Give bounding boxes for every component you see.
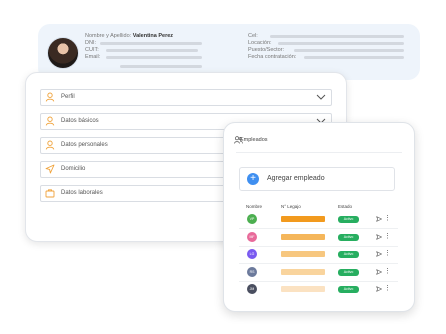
hire-date-label: Fecha contratación:	[248, 54, 297, 60]
plus-icon[interactable]: +	[247, 173, 259, 185]
file-number-placeholder	[281, 251, 325, 257]
more-options-icon[interactable]: ⋮	[384, 249, 391, 259]
avatar: LG	[247, 249, 257, 259]
add-employee-button[interactable]: + Agregar empleado	[239, 167, 395, 191]
table-row[interactable]: VP Activo ⋮	[224, 214, 414, 226]
send-icon[interactable]	[376, 268, 382, 275]
column-header-name: Nombre	[246, 204, 263, 209]
file-number-placeholder	[281, 268, 325, 275]
file-number-placeholder	[281, 286, 325, 292]
position-value-placeholder	[294, 49, 404, 52]
send-icon[interactable]	[376, 233, 382, 240]
row-divider	[239, 280, 398, 282]
file-number-placeholder	[281, 216, 325, 222]
chevron-down-icon[interactable]	[316, 93, 326, 101]
more-options-icon[interactable]: ⋮	[384, 284, 391, 294]
section-label: Datos laborales	[61, 189, 103, 196]
dni-value-placeholder	[100, 42, 202, 45]
add-employee-label: Agregar empleado	[267, 175, 325, 182]
location-value-placeholder	[278, 42, 404, 45]
section-label: Datos básicos	[61, 117, 99, 124]
send-icon[interactable]	[376, 286, 382, 292]
more-options-icon[interactable]: ⋮	[384, 214, 391, 224]
row-divider	[239, 245, 398, 247]
cuit-value-placeholder	[106, 49, 198, 52]
table-row[interactable]: JM Activo ⋮	[224, 284, 414, 296]
cuit-label: CUIT:	[85, 47, 99, 53]
send-icon[interactable]	[376, 251, 382, 257]
status-badge: Activo	[338, 216, 359, 223]
position-label: Puesto/Sector:	[248, 47, 285, 53]
row-divider	[239, 263, 398, 264]
more-options-icon[interactable]: ⋮	[384, 267, 391, 277]
section-label: Domicilio	[61, 165, 86, 172]
cel-label: Cel:	[248, 33, 258, 39]
table-row[interactable]: MF Activo ⋮	[224, 231, 414, 244]
dni-label: DNI:	[85, 40, 96, 46]
hire-date-value-placeholder	[304, 56, 404, 59]
user-icon	[45, 92, 55, 102]
location-label: Locación:	[248, 40, 272, 46]
send-icon[interactable]	[376, 216, 382, 222]
email-label: Email:	[85, 54, 101, 60]
avatar: MF	[247, 231, 257, 242]
section-label: Perfil	[61, 93, 75, 100]
email-value-placeholder	[106, 56, 202, 59]
divider	[236, 152, 402, 153]
extra-value-placeholder	[120, 65, 202, 68]
column-header-status: Estado	[338, 204, 353, 209]
status-badge: Activo	[338, 286, 359, 293]
name-field: Nombre y Apellido: Valentina Perez	[85, 33, 173, 39]
user-icon	[45, 116, 55, 126]
more-options-icon[interactable]: ⋮	[384, 232, 391, 242]
panel-title: Empleados	[240, 137, 268, 143]
briefcase-icon	[45, 189, 55, 198]
status-badge: Activo	[338, 251, 359, 258]
file-number-placeholder	[281, 233, 325, 240]
location-arrow-icon	[45, 164, 55, 174]
name-value: Valentina Perez	[132, 33, 174, 39]
table-row[interactable]: LG Activo ⋮	[224, 249, 414, 261]
profile-avatar	[47, 37, 79, 69]
user-icon	[45, 140, 55, 150]
avatar: VP	[247, 214, 257, 224]
name-label: Nombre y Apellido:	[85, 33, 132, 39]
row-divider	[239, 228, 398, 229]
section-perfil[interactable]: Perfil	[40, 89, 332, 106]
column-header-file-number: N° Legajo	[281, 204, 301, 209]
avatar: JM	[247, 284, 257, 294]
cel-value-placeholder	[270, 35, 404, 38]
table-row[interactable]: RS Activo ⋮	[224, 266, 414, 279]
section-label: Datos personales	[61, 141, 108, 148]
status-badge: Activo	[338, 233, 359, 241]
employees-panel: Empleados + Agregar empleado Nombre N° L…	[223, 122, 415, 312]
status-badge: Activo	[338, 268, 359, 276]
avatar: RS	[247, 266, 257, 277]
